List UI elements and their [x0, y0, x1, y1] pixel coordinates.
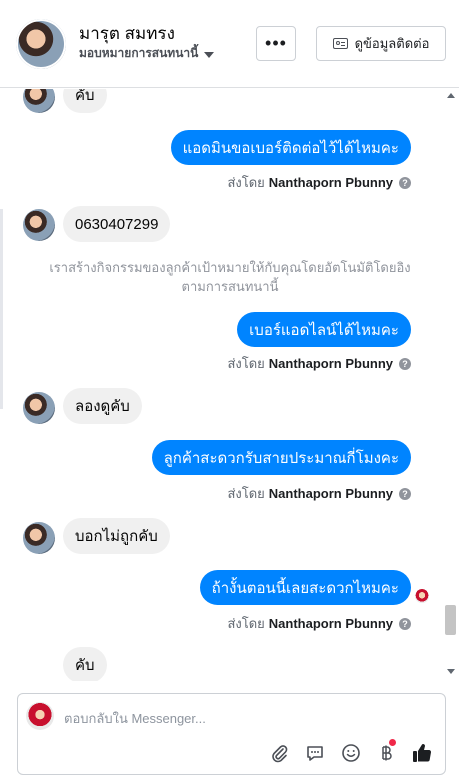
sent-by-info: ส่งโดย Nanthaporn Pbunny ?: [227, 353, 411, 374]
help-icon[interactable]: ?: [399, 176, 411, 189]
sent-by-info: ส่งโดย Nanthaporn Pbunny ?: [227, 613, 411, 634]
sender-name: Nanthaporn Pbunny: [268, 486, 393, 501]
contact-name[interactable]: มารุต สมทรง: [79, 20, 175, 47]
chat-bubble-icon: [307, 746, 323, 761]
contact-avatar[interactable]: [16, 19, 66, 69]
caret-down-icon: [204, 51, 215, 58]
payment-button[interactable]: [375, 739, 397, 764]
thumbs-up-icon: [413, 744, 432, 762]
contact-card-icon: [332, 38, 348, 49]
scroll-up-arrow-icon[interactable]: [447, 93, 455, 98]
system-note: เราสร้างกิจกรรมของลูกค้าเป้าหมายให้กับคุ…: [30, 258, 430, 296]
help-icon[interactable]: ?: [399, 487, 411, 500]
sent-by-prefix: ส่งโดย: [227, 486, 265, 501]
scrollbar-thumb[interactable]: [445, 605, 456, 635]
incoming-message: บอกไม่ถูกคับ: [63, 518, 170, 554]
sent-by-prefix: ส่งโดย: [227, 175, 265, 190]
contact-avatar-small: [23, 522, 55, 554]
like-button[interactable]: [411, 742, 433, 764]
baht-icon: [382, 745, 392, 761]
incoming-message: ลองดูคับ: [63, 388, 142, 424]
paperclip-icon: [272, 745, 288, 763]
contact-avatar-small: [23, 209, 55, 241]
sent-by-info: ส่งโดย Nanthaporn Pbunny ?: [227, 483, 411, 504]
outgoing-message: ถ้างั้นตอนนี้เลยสะดวกไหมคะ: [199, 570, 411, 605]
more-icon: •••: [265, 33, 287, 53]
system-note-line: ตามการสนทนานี้: [181, 279, 279, 294]
message-thread[interactable]: คับ แอดมินขอเบอร์ติดต่อไว้ได้ไหมคะ ส่งโด…: [0, 89, 459, 681]
message-composer: [17, 693, 446, 775]
sender-name: Nanthaporn Pbunny: [268, 175, 393, 190]
thread-scrollbar[interactable]: [443, 89, 459, 681]
conversation-header: มารุต สมทรง มอบหมายการสนทนานี้ ••• ดูข้อ…: [0, 0, 459, 88]
help-icon[interactable]: ?: [399, 357, 411, 370]
incoming-message: 0630407299: [63, 206, 171, 242]
incoming-message: คับ: [63, 89, 107, 113]
contact-avatar-small: [23, 89, 55, 113]
outgoing-message: ลูกค้าสะดวกรับสายประมาณกี่โมงคะ: [151, 440, 411, 475]
assign-label: มอบหมายการสนทนานี้: [79, 46, 199, 60]
emoji-button[interactable]: [340, 742, 362, 764]
page-avatar: [26, 702, 54, 730]
notification-dot: [389, 739, 396, 746]
scroll-down-arrow-icon[interactable]: [447, 669, 455, 674]
left-pane-scrollbar[interactable]: [0, 209, 3, 409]
help-icon[interactable]: ?: [399, 617, 411, 630]
sender-name: Nanthaporn Pbunny: [268, 616, 393, 631]
attach-button[interactable]: [268, 742, 290, 764]
reply-input[interactable]: [64, 708, 424, 728]
sent-by-prefix: ส่งโดย: [227, 356, 265, 371]
system-note-line: เราสร้างกิจกรรมของลูกค้าเป้าหมายให้กับคุ…: [49, 260, 411, 275]
sent-by-info: ส่งโดย Nanthaporn Pbunny ?: [227, 172, 411, 193]
assign-conversation-dropdown[interactable]: มอบหมายการสนทนานี้: [79, 44, 215, 63]
incoming-message: คับ: [63, 647, 107, 681]
contact-avatar-small: [23, 392, 55, 424]
view-contact-label: ดูข้อมูลติดต่อ: [354, 36, 430, 51]
sender-name: Nanthaporn Pbunny: [268, 356, 393, 371]
smiley-icon: [342, 744, 360, 762]
more-options-button[interactable]: •••: [256, 26, 296, 61]
outgoing-message: เบอร์แอดไลน์ได้ไหมคะ: [237, 312, 411, 347]
view-contact-button[interactable]: ดูข้อมูลติดต่อ: [316, 26, 446, 61]
outgoing-message: แอดมินขอเบอร์ติดต่อไว้ได้ไหมคะ: [170, 130, 411, 165]
seen-avatar: [415, 589, 429, 603]
saved-replies-button[interactable]: [304, 742, 326, 764]
sent-by-prefix: ส่งโดย: [227, 616, 265, 631]
